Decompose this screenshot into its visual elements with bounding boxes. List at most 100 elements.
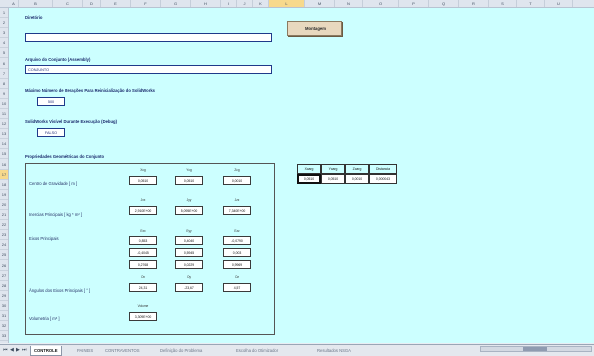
row-header-19[interactable]: 19: [0, 190, 8, 200]
row-header-12[interactable]: 12: [0, 119, 8, 130]
row-header-30[interactable]: 30: [0, 301, 8, 311]
cg-y-cell[interactable]: 0,0510: [175, 176, 203, 185]
row-header-18[interactable]: 18: [0, 180, 8, 190]
inertia-z-cell[interactable]: 7,340E+00: [223, 206, 251, 215]
inertia-header-z: Jzz: [234, 198, 240, 202]
cg-table-cell[interactable]: 0,0510: [321, 174, 345, 184]
row-header-10[interactable]: 10: [0, 99, 8, 109]
tab-definicao-problema[interactable]: Definição do Problema: [160, 346, 202, 355]
column-header-d[interactable]: D: [83, 0, 101, 7]
row-header-27[interactable]: 27: [0, 271, 8, 281]
column-header-e[interactable]: E: [101, 0, 131, 7]
worksheet-area[interactable]: Diretório Montagem Arquivo do Conjunto (…: [9, 8, 594, 343]
montagem-button[interactable]: Montagem: [287, 21, 342, 36]
max-iterations-input[interactable]: 500: [37, 97, 65, 106]
column-header-a[interactable]: A: [9, 0, 19, 7]
column-header-h[interactable]: H: [191, 0, 221, 7]
scrollbar-thumb[interactable]: [523, 347, 547, 351]
row-header-29[interactable]: 29: [0, 291, 8, 301]
row-header-17[interactable]: 17: [0, 169, 8, 180]
axes-cell[interactable]: 0,0229: [175, 260, 203, 269]
column-header-c[interactable]: C: [53, 0, 83, 7]
volume-cell[interactable]: 3,309E+00: [129, 312, 157, 321]
row-header-11[interactable]: 11: [0, 109, 8, 119]
axes-cell[interactable]: -0,4045: [129, 248, 157, 257]
row-header-6[interactable]: 6: [0, 59, 8, 69]
row-header-21[interactable]: 21: [0, 210, 8, 220]
axes-cell[interactable]: 0,853: [129, 236, 157, 245]
row-header-1[interactable]: 1: [0, 8, 8, 18]
column-header-l[interactable]: L: [269, 0, 305, 7]
assembly-label: Arquivo do Conjunto (Assembly): [25, 57, 91, 62]
row-header-26[interactable]: 26: [0, 261, 8, 271]
column-header-j[interactable]: J: [237, 0, 253, 7]
column-header-s[interactable]: S: [489, 0, 517, 7]
axes-cell[interactable]: 0,003: [223, 248, 251, 257]
tab-resultados-nsga[interactable]: Resultados NSGA: [317, 346, 351, 355]
column-header-b[interactable]: B: [19, 0, 53, 7]
row-header-8[interactable]: 8: [0, 79, 8, 89]
tab-paineis[interactable]: PAINEIS: [77, 346, 93, 355]
row-header-31[interactable]: 31: [0, 311, 8, 321]
angles-x-cell[interactable]: 24,31: [129, 283, 157, 292]
cg-label: Centro de Gravidade [ m ]: [29, 181, 78, 186]
row-header-16[interactable]: 16: [0, 160, 8, 170]
column-header-o[interactable]: O: [363, 0, 399, 7]
next-sheet-icon[interactable]: ▶: [16, 346, 20, 355]
column-header-g[interactable]: G: [161, 0, 191, 7]
column-header-r[interactable]: R: [459, 0, 489, 7]
column-header-f[interactable]: F: [131, 0, 161, 7]
inertia-x-cell[interactable]: 2,910E+00: [129, 206, 157, 215]
angles-y-cell[interactable]: -23,67: [175, 283, 203, 292]
inertia-y-cell[interactable]: 5,095E+00: [175, 206, 203, 215]
last-sheet-icon[interactable]: ⏭: [22, 346, 27, 355]
tab-contraventos[interactable]: CONTRAVENTOS: [105, 346, 140, 355]
cg-table-cell[interactable]: 0,0510: [297, 174, 321, 184]
row-header-5[interactable]: 5: [0, 48, 8, 59]
inertia-label: Inercias Principais [ kg * m² ]: [29, 212, 83, 217]
row-header-3[interactable]: 3: [0, 28, 8, 39]
angles-label: Ângulos dos Eixos Principais [ ° ]: [29, 288, 91, 293]
axes-cell[interactable]: 0,2768: [129, 260, 157, 269]
angles-z-cell[interactable]: 4,57: [223, 283, 251, 292]
column-header-k[interactable]: K: [253, 0, 269, 7]
column-header-i[interactable]: I: [221, 0, 237, 7]
row-header-4[interactable]: 4: [0, 38, 8, 49]
column-header-q[interactable]: Q: [429, 0, 459, 7]
row-header-25[interactable]: 25: [0, 250, 8, 261]
row-header-23[interactable]: 23: [0, 230, 8, 241]
row-header-7[interactable]: 7: [0, 69, 8, 79]
axes-cell[interactable]: 0,9969: [223, 260, 251, 269]
cg-table-cell[interactable]: 0,000043: [369, 174, 397, 184]
column-header-m[interactable]: M: [305, 0, 335, 7]
column-header-u[interactable]: U: [545, 0, 573, 7]
row-header-22[interactable]: 22: [0, 220, 8, 231]
column-header-p[interactable]: P: [399, 0, 429, 7]
angles-header-y: Oy: [186, 275, 192, 279]
axes-cell[interactable]: 0,5945: [175, 248, 203, 257]
row-header-13[interactable]: 13: [0, 129, 8, 140]
tab-escolha-otimizador[interactable]: Escolha do Otimizador: [236, 346, 278, 355]
cg-x-cell[interactable]: 0,0510: [129, 176, 157, 185]
row-header-33[interactable]: 33: [0, 331, 8, 342]
column-header-n[interactable]: N: [335, 0, 363, 7]
cg-table-cell[interactable]: 0,0010: [345, 174, 369, 184]
row-header-9[interactable]: 9: [0, 89, 8, 99]
cg-z-cell[interactable]: 0,0010: [223, 176, 251, 185]
axes-cell[interactable]: -0,0790: [223, 236, 251, 245]
column-header-t[interactable]: T: [517, 0, 545, 7]
row-header-32[interactable]: 32: [0, 321, 8, 332]
row-header-15[interactable]: 15: [0, 149, 8, 160]
first-sheet-icon[interactable]: ⏮: [3, 346, 8, 355]
row-header-28[interactable]: 28: [0, 281, 8, 291]
prev-sheet-icon[interactable]: ◀: [10, 346, 14, 355]
row-header-20[interactable]: 20: [0, 200, 8, 210]
visible-debug-input[interactable]: FALSO: [37, 128, 65, 137]
row-header-2[interactable]: 2: [0, 18, 8, 29]
row-header-24[interactable]: 24: [0, 240, 8, 251]
cg-header-x: Xcg: [140, 168, 146, 172]
row-header-14[interactable]: 14: [0, 139, 8, 150]
assembly-input[interactable]: CONJUNTO: [25, 65, 272, 74]
directory-input[interactable]: [25, 33, 272, 42]
axes-cell[interactable]: 0,4040: [175, 236, 203, 245]
